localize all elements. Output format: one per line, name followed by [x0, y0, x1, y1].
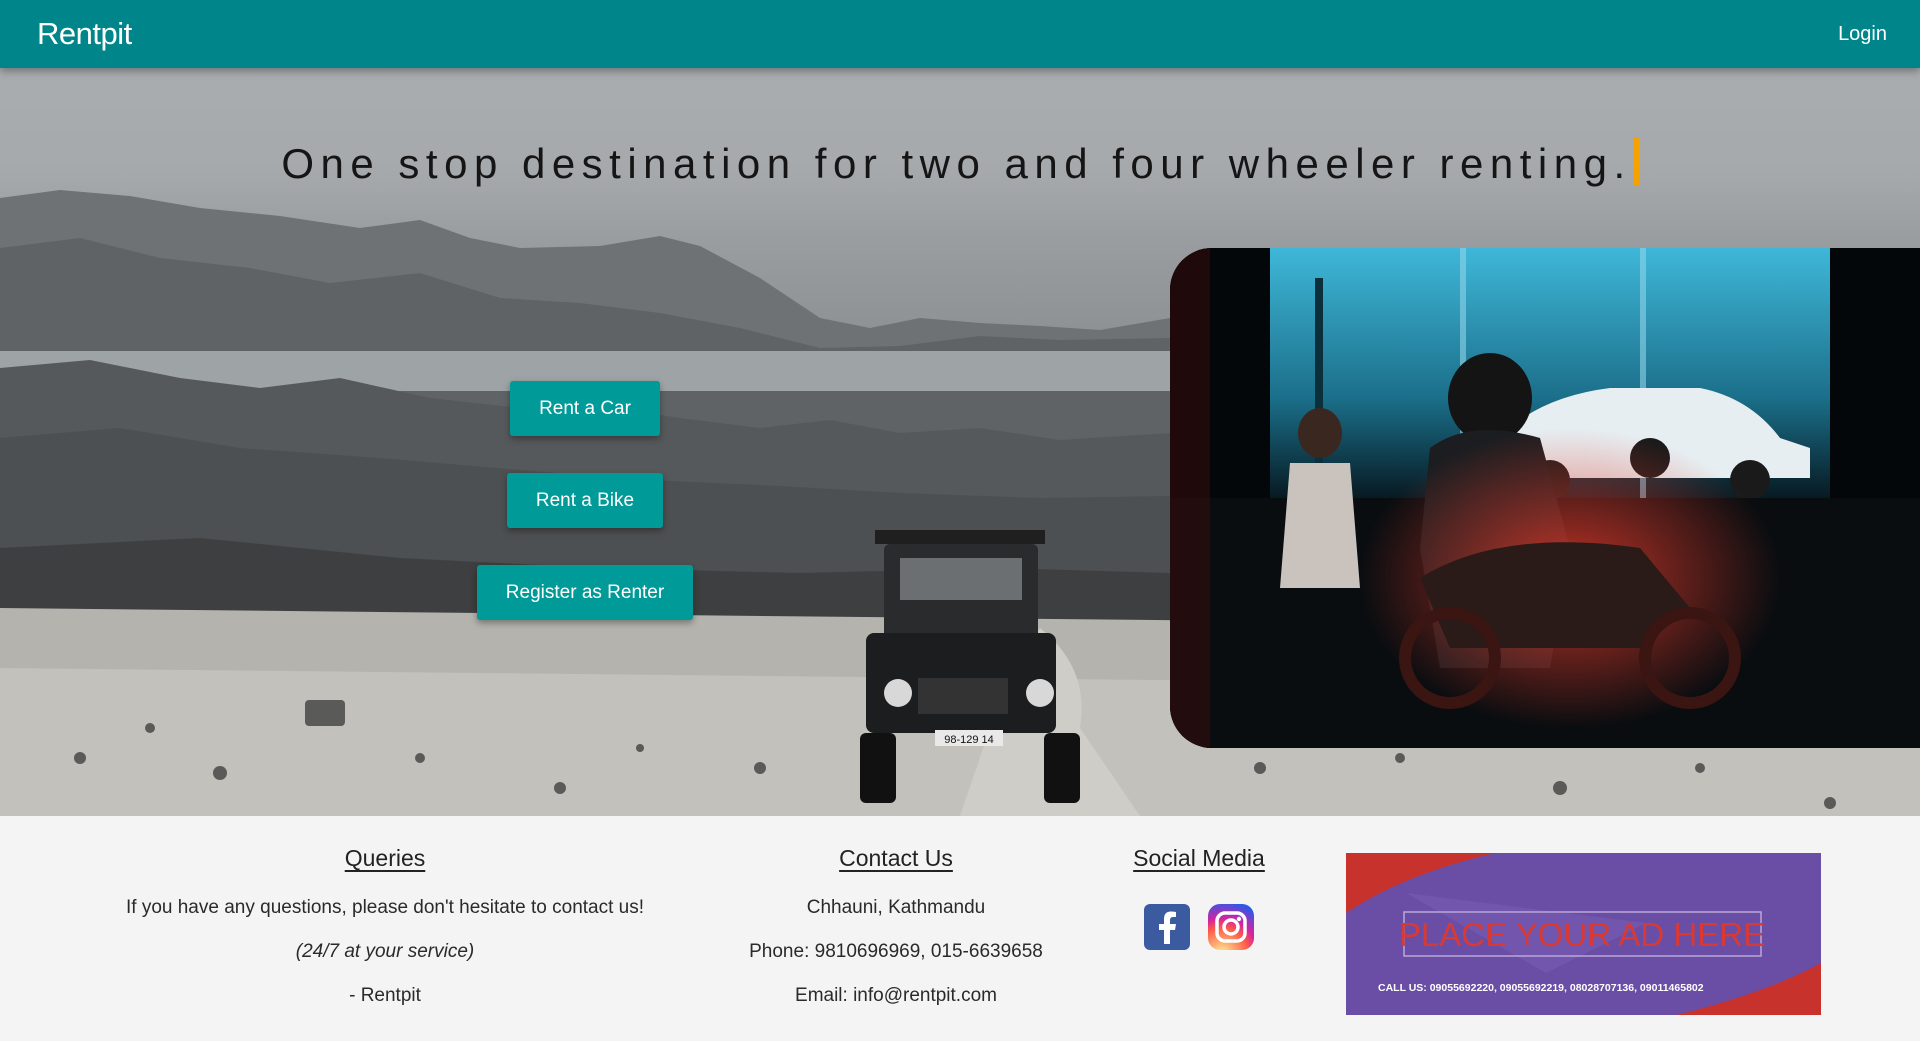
ad-banner[interactable]: PLACE YOUR AD HERE CALL US: 09055692220,…	[1346, 853, 1821, 1015]
instagram-icon[interactable]	[1208, 904, 1254, 950]
queries-title: Queries	[344, 845, 426, 871]
queries-text: If you have any questions, please don't …	[125, 897, 645, 918]
top-navbar: Rentpit Login	[0, 0, 1920, 68]
social-title: Social Media	[1133, 845, 1265, 871]
rent-bike-button[interactable]: Rent a Bike	[507, 473, 663, 528]
typing-caret	[1633, 138, 1639, 186]
motorcycle-photo	[1170, 248, 1920, 748]
contact-title: Contact Us	[839, 845, 953, 871]
ad-headline: PLACE YOUR AD HERE	[1399, 916, 1765, 953]
contact-email: Email: info@rentpit.com	[795, 985, 997, 1006]
brand-logo[interactable]: Rentpit	[37, 16, 132, 52]
jeep-plate: 98-129 14	[944, 734, 994, 746]
queries-signature: - Rentpit	[349, 985, 421, 1006]
contact-address: Chhauni, Kathmandu	[806, 897, 986, 918]
tagline-text: One stop destination for two and four wh…	[281, 140, 1632, 187]
facebook-icon[interactable]	[1144, 904, 1190, 950]
queries-availability: (24/7 at your service)	[295, 941, 475, 962]
ad-call-line: CALL US: 09055692220, 09055692219, 08028…	[1378, 982, 1704, 994]
rent-car-button[interactable]: Rent a Car	[510, 381, 660, 436]
hero-section: 98-129 14 One stop destination for two a…	[0, 68, 1920, 816]
register-renter-button[interactable]: Register as Renter	[477, 565, 693, 620]
contact-phone: Phone: 9810696969, 015-6639658	[749, 941, 1043, 962]
login-link[interactable]: Login	[1838, 23, 1887, 46]
hero-tagline: One stop destination for two and four wh…	[0, 138, 1920, 188]
